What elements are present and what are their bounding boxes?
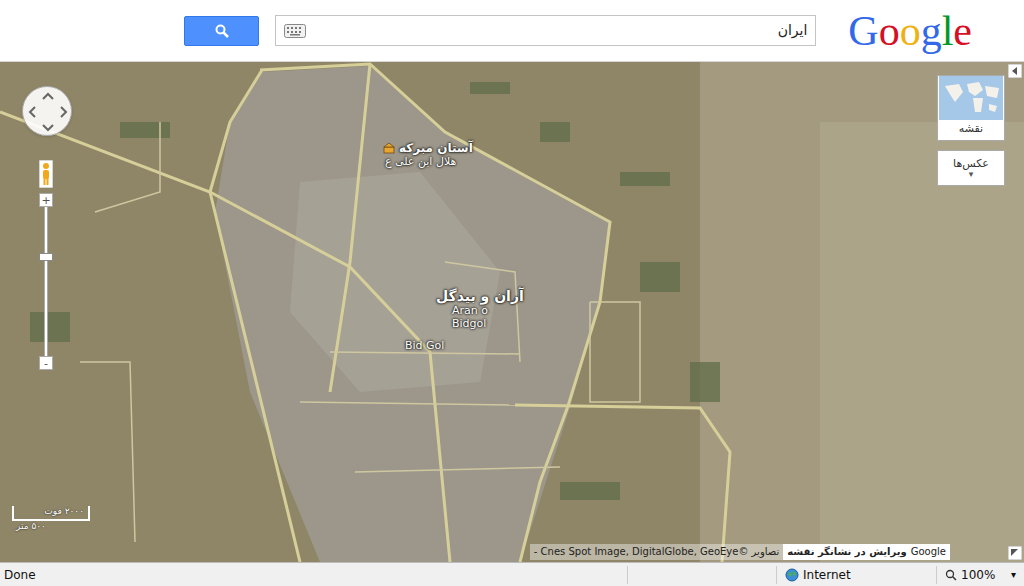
pegman-icon[interactable] <box>39 160 53 188</box>
security-zone: Internet <box>777 566 937 584</box>
map-label[interactable]: آستان مبرکه <box>383 142 473 154</box>
status-divider <box>627 566 777 584</box>
zoom-level[interactable]: 100% ▾ <box>937 566 1024 584</box>
map-label[interactable]: هلال ابن علی ع <box>385 156 456 167</box>
app: ایران Google آستان مبرکه هلال ابن علی ع آران… <box>0 0 1024 586</box>
satellite-imagery <box>0 62 1024 562</box>
zoom-arrow: ▾ <box>1011 567 1016 582</box>
logo-letter: l <box>942 10 954 52</box>
search-icon <box>215 24 229 38</box>
scale-meters: ۵۰۰ متر <box>12 521 68 532</box>
zoom-in-button[interactable]: + <box>39 193 53 207</box>
attribution-bar: تصاویر ©Cnes Spot Image, DigitalGlobe, G… <box>530 544 950 561</box>
zone-label: Internet <box>803 566 851 584</box>
pan-arrows-icon <box>23 87 73 137</box>
logo-letter: g <box>921 10 942 52</box>
search-value: ایران <box>778 20 808 41</box>
keyboard-icon[interactable] <box>284 24 306 38</box>
world-map-icon <box>939 76 1003 120</box>
map-type-label: نقشه <box>959 120 983 136</box>
photos-label: عکس‌ها <box>953 157 989 171</box>
zoom-out-button[interactable]: - <box>39 356 53 370</box>
landmark-icon[interactable] <box>383 142 395 154</box>
map-type-button[interactable]: نقشه <box>937 75 1005 141</box>
scale-bar: ۲۰۰۰ فوت۵۰۰ متر <box>12 506 90 533</box>
google-logo[interactable]: Google <box>848 10 972 52</box>
map-label[interactable]: Aran o <box>452 305 488 316</box>
logo-letter: G <box>848 10 878 52</box>
status-text: Done <box>0 566 627 584</box>
map-label[interactable]: Bidgol <box>452 318 486 329</box>
globe-icon <box>785 568 799 582</box>
zoom-control: +- <box>39 193 53 370</box>
logo-letter: o <box>900 10 921 52</box>
zoom-slider[interactable] <box>44 207 48 356</box>
photos-arrow: ▾ <box>969 170 974 179</box>
photos-button[interactable]: عکس‌ها▾ <box>937 150 1005 186</box>
search-button[interactable] <box>184 16 259 46</box>
logo-letter: o <box>879 10 900 52</box>
map-label[interactable]: آران و بیدگل <box>436 289 524 303</box>
logo-letter: e <box>953 10 972 52</box>
map-label[interactable]: Bid Gol <box>405 340 444 351</box>
collapse-panel-icon[interactable] <box>1008 64 1022 78</box>
brand-text: Google <box>911 546 946 559</box>
zoom-handle[interactable] <box>39 253 53 261</box>
status-bar: Done Internet 100% ▾ <box>0 562 1024 586</box>
zoom-magnifier-icon <box>945 569 957 581</box>
search-field[interactable]: ایران <box>275 15 816 46</box>
pan-control[interactable] <box>22 86 72 136</box>
map[interactable]: آستان مبرکه هلال ابن علی ع آران و بیدگل Ara… <box>0 62 1024 562</box>
header: ایران Google <box>0 0 1024 62</box>
edit-link-text[interactable]: ویرایش در نشانگر نقشه <box>787 546 907 559</box>
overview-toggle-icon[interactable] <box>1008 546 1022 560</box>
edit-link[interactable]: ویرایش در نشانگر نقشه Google <box>783 544 950 561</box>
scale-feet: ۲۰۰۰ فوت <box>12 506 90 521</box>
attribution-text: تصاویر ©Cnes Spot Image, DigitalGlobe, G… <box>530 544 783 561</box>
zoom-value: 100% <box>961 566 995 584</box>
